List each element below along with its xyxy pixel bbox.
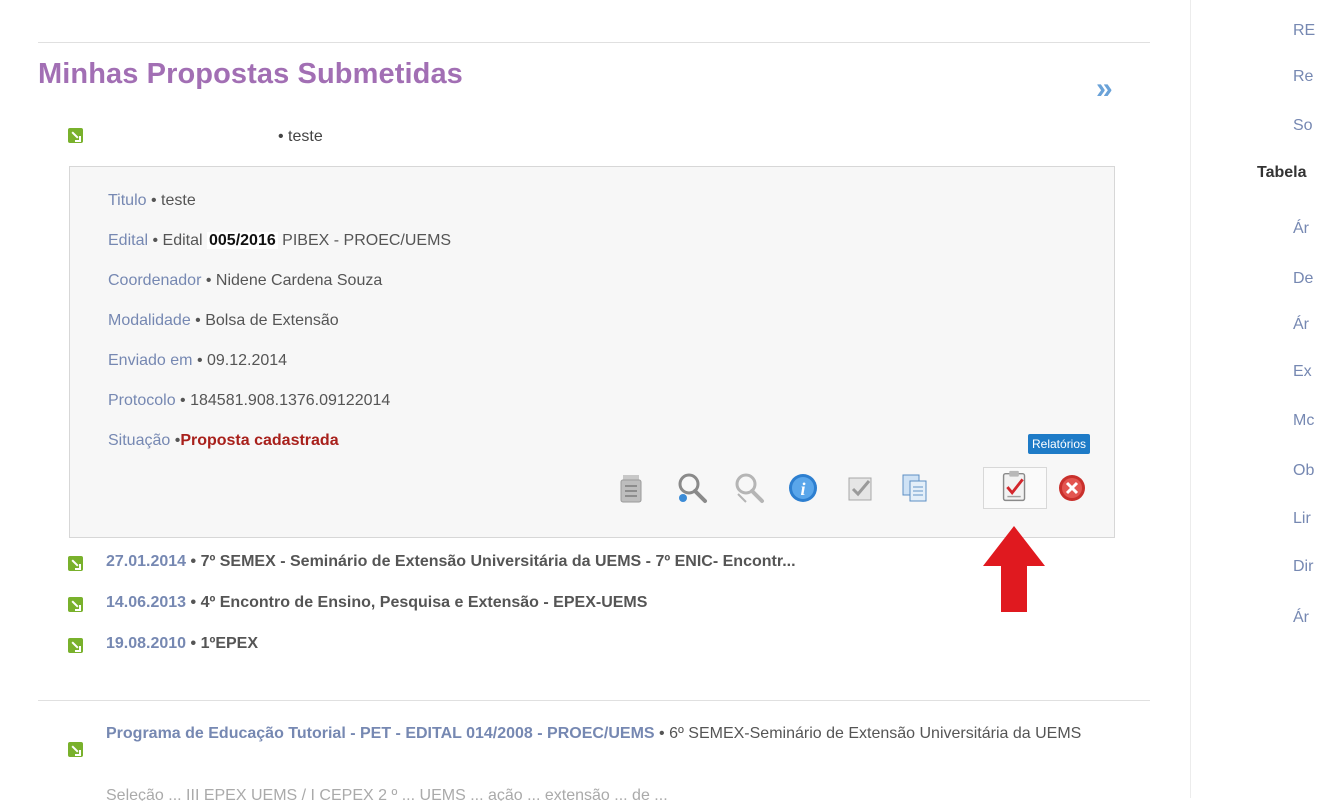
bottom-divider bbox=[38, 700, 1150, 701]
field-modalidade: Modalidade • Bolsa de Extensão bbox=[108, 312, 339, 329]
proposal-header-text[interactable]: • teste bbox=[278, 128, 323, 146]
delete-icon[interactable] bbox=[1054, 470, 1090, 506]
copy-icon[interactable] bbox=[897, 470, 933, 506]
program-event: • 6º SEMEX-Seminário de Extensão Univers… bbox=[654, 725, 1082, 742]
field-enviado: Enviado em • 09.12.2014 bbox=[108, 352, 288, 369]
field-label: Protocolo bbox=[108, 392, 176, 409]
event-title: • 7º SEMEX - Seminário de Extensão Unive… bbox=[186, 553, 796, 570]
sidebar-link[interactable]: Mc bbox=[1293, 412, 1314, 430]
view-icon[interactable] bbox=[673, 470, 709, 506]
red-arrow-annotation bbox=[983, 526, 1045, 612]
field-label: Situação bbox=[108, 432, 171, 449]
search-disabled-icon[interactable] bbox=[730, 470, 766, 506]
field-value: 184581.908.1376.09122014 bbox=[190, 392, 391, 409]
field-label: Enviado em bbox=[108, 352, 193, 369]
field-label: Modalidade bbox=[108, 312, 191, 329]
sidebar-link[interactable]: Ex bbox=[1293, 363, 1312, 381]
sidebar-link[interactable]: Ob bbox=[1293, 462, 1314, 480]
sidebar-link[interactable]: Re bbox=[1293, 68, 1313, 86]
double-chevron-right-icon[interactable]: » bbox=[1096, 74, 1113, 104]
program-link[interactable]: Programa de Educação Tutorial - PET - ED… bbox=[106, 725, 655, 742]
sidebar-link[interactable]: RE bbox=[1293, 22, 1315, 40]
print-icon[interactable] bbox=[613, 470, 649, 506]
field-value: Nidene Cardena Souza bbox=[215, 272, 383, 289]
event-date: 14.06.2013 • 4º Encontro de Ensino, Pesq… bbox=[106, 594, 648, 611]
field-protocolo: Protocolo • 184581.908.1376.09122014 bbox=[108, 392, 391, 409]
event-date: 19.08.2010 • 1ºEPEX bbox=[106, 635, 258, 652]
proposal-details-panel: Titulo • teste Edital • Edital 005/2016 … bbox=[69, 166, 1115, 538]
section-title: Minhas Propostas Submetidas bbox=[38, 58, 463, 90]
sidebar-link[interactable]: De bbox=[1293, 270, 1313, 288]
field-label: Coordenador bbox=[108, 272, 202, 289]
field-titulo: Titulo • teste bbox=[108, 192, 196, 209]
main-content: Minhas Propostas Submetidas » • teste Ti… bbox=[0, 0, 1190, 801]
sidebar-link[interactable]: Lir bbox=[1293, 510, 1311, 528]
program-text: Programa de Educação Tutorial - PET - ED… bbox=[106, 720, 1098, 748]
event-title: • 4º Encontro de Ensino, Pesquisa e Exte… bbox=[186, 594, 648, 611]
arrow-bullet-icon bbox=[68, 742, 83, 757]
info-icon[interactable]: i bbox=[785, 470, 821, 506]
sidebar: RE Re So Tabela Ár De Ár Ex Mc Ob Lir Di… bbox=[1191, 0, 1327, 798]
arrow-bullet-icon bbox=[68, 128, 83, 143]
sidebar-link[interactable]: Ár bbox=[1293, 609, 1309, 627]
sidebar-link[interactable]: Ár bbox=[1293, 316, 1309, 334]
program-item[interactable]: Programa de Educação Tutorial - PET - ED… bbox=[68, 720, 1098, 757]
field-label: Titulo bbox=[108, 192, 147, 209]
svg-text:i: i bbox=[800, 479, 805, 499]
sidebar-heading: Tabela bbox=[1257, 164, 1307, 181]
sidebar-link[interactable]: Dir bbox=[1293, 558, 1313, 576]
field-coordenador: Coordenador • Nidene Cardena Souza bbox=[108, 272, 383, 289]
field-edital: Edital • Edital 005/2016 PIBEX - PROEC/U… bbox=[108, 232, 452, 249]
checkbox-icon[interactable] bbox=[842, 470, 878, 506]
event-date: 27.01.2014 • 7º SEMEX - Seminário de Ext… bbox=[106, 553, 796, 570]
reports-tooltip: Relatórios bbox=[1028, 434, 1091, 454]
field-value: 09.12.2014 bbox=[207, 352, 288, 369]
status-value: Proposta cadastrada bbox=[180, 432, 339, 449]
field-situacao: Situação •Proposta cadastrada bbox=[108, 432, 339, 449]
top-divider bbox=[38, 42, 1150, 43]
field-value: Bolsa de Extensão bbox=[205, 312, 339, 329]
arrow-bullet-icon bbox=[68, 597, 83, 612]
edital-number: 005/2016 bbox=[207, 232, 278, 249]
field-value: teste bbox=[161, 192, 196, 209]
sidebar-link[interactable]: So bbox=[1293, 117, 1313, 135]
field-label: Edital bbox=[108, 232, 149, 249]
sidebar-link[interactable]: Ár bbox=[1293, 220, 1309, 238]
reports-icon[interactable] bbox=[983, 467, 1047, 509]
cutoff-item: Seleção ... III EPEX UEMS / I CEPEX 2 º … bbox=[106, 787, 668, 801]
arrow-bullet-icon bbox=[68, 638, 83, 653]
arrow-bullet-icon bbox=[68, 556, 83, 571]
event-title: • 1ºEPEX bbox=[186, 635, 258, 652]
redacted-area bbox=[104, 124, 272, 150]
